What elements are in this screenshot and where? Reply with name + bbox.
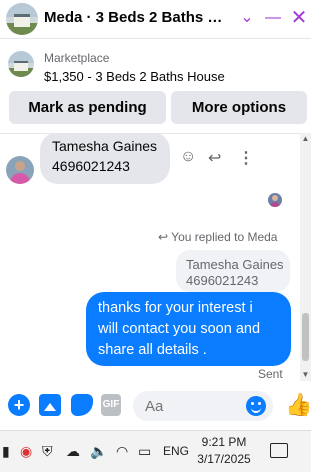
taskbar: ▮ ◉ ⛨ ☁ 🔈 ◠ ▭ ENG 9:21 PM 3/17/2025 bbox=[0, 430, 311, 472]
listing-source-label: Marketplace bbox=[44, 51, 110, 65]
chrome-icon[interactable]: ◉ bbox=[20, 443, 32, 460]
photo-icon[interactable] bbox=[39, 394, 61, 416]
outgoing-line: share all details . bbox=[98, 342, 207, 358]
reply-context-text: You replied to Meda bbox=[171, 230, 278, 244]
incoming-message-name: Tamesha Gaines bbox=[52, 138, 158, 154]
tray-app-icon[interactable]: ▮ bbox=[2, 443, 10, 460]
message-status: Sent bbox=[258, 367, 283, 381]
sender-avatar[interactable] bbox=[6, 156, 34, 184]
outgoing-line: will contact you soon and bbox=[98, 321, 261, 337]
clock-date: 3/17/2025 bbox=[197, 452, 251, 466]
incoming-message-bubble[interactable]: Tamesha Gaines 4696021243 bbox=[40, 134, 170, 184]
reply-arrow-icon: ↩ bbox=[158, 230, 172, 244]
more-vertical-icon[interactable]: ⋮ bbox=[238, 148, 254, 168]
outgoing-message-bubble[interactable]: thanks for your interest i will contact … bbox=[86, 292, 291, 366]
quoted-phone: 4696021243 bbox=[186, 273, 259, 288]
listing-title[interactable]: $1,350 - 3 Beds 2 Baths House bbox=[44, 69, 225, 84]
chat-header: Meda · 3 Beds 2 Baths Ho... ⌄ — ✕ bbox=[0, 0, 311, 39]
react-smiley-icon[interactable]: ☺ bbox=[180, 148, 196, 166]
cloud-off-icon[interactable]: ☁ bbox=[66, 443, 80, 460]
thread-scrollbar[interactable]: ▲ ▼ bbox=[300, 133, 311, 381]
wifi-icon[interactable]: ◠ bbox=[116, 443, 128, 460]
reply-icon[interactable]: ↩ bbox=[208, 148, 221, 168]
quoted-name: Tamesha Gaines bbox=[186, 257, 284, 272]
listing-thumbnail bbox=[8, 51, 34, 77]
gif-icon[interactable]: GIF bbox=[101, 394, 121, 416]
quoted-message[interactable]: Tamesha Gaines 4696021243 bbox=[176, 250, 290, 292]
battery-icon[interactable]: ▭ bbox=[138, 443, 151, 460]
chevron-down-icon[interactable]: ⌄ bbox=[237, 7, 257, 29]
thumbs-up-icon[interactable]: 👍 bbox=[285, 392, 312, 418]
clock-time: 9:21 PM bbox=[201, 435, 247, 449]
chat-title[interactable]: Meda · 3 Beds 2 Baths Ho... bbox=[44, 9, 232, 26]
incoming-message-phone: 4696021243 bbox=[52, 158, 130, 174]
message-thread: Tamesha Gaines 4696021243 ☺ ↩ ⋮ ↩ You re… bbox=[0, 133, 300, 382]
notification-icon[interactable] bbox=[270, 443, 288, 458]
outgoing-line: thanks for your interest i bbox=[98, 300, 253, 316]
volume-icon[interactable]: 🔈 bbox=[90, 443, 107, 460]
message-composer: + GIF 👍 bbox=[0, 382, 312, 430]
language-indicator[interactable]: ENG bbox=[163, 444, 189, 458]
scroll-down-icon[interactable]: ▼ bbox=[300, 369, 311, 381]
plus-icon[interactable]: + bbox=[8, 394, 30, 416]
reply-context-label: ↩ You replied to Meda bbox=[158, 230, 277, 244]
mark-as-pending-button[interactable]: Mark as pending bbox=[9, 91, 166, 124]
more-options-button[interactable]: More options bbox=[171, 91, 307, 124]
seen-avatar bbox=[268, 193, 282, 207]
scrollbar-thumb[interactable] bbox=[302, 313, 309, 361]
listing-avatar[interactable] bbox=[6, 3, 38, 35]
scroll-up-icon[interactable]: ▲ bbox=[300, 133, 311, 145]
security-shield-icon[interactable]: ⛨ bbox=[42, 443, 53, 460]
system-clock[interactable]: 9:21 PM 3/17/2025 bbox=[190, 434, 258, 468]
marketplace-listing[interactable]: Marketplace $1,350 - 3 Beds 2 Baths Hous… bbox=[0, 39, 311, 87]
close-icon[interactable]: ✕ bbox=[289, 7, 309, 29]
emoji-icon[interactable] bbox=[246, 396, 266, 416]
minimize-icon[interactable]: — bbox=[263, 7, 283, 29]
sticker-icon[interactable] bbox=[71, 394, 93, 416]
